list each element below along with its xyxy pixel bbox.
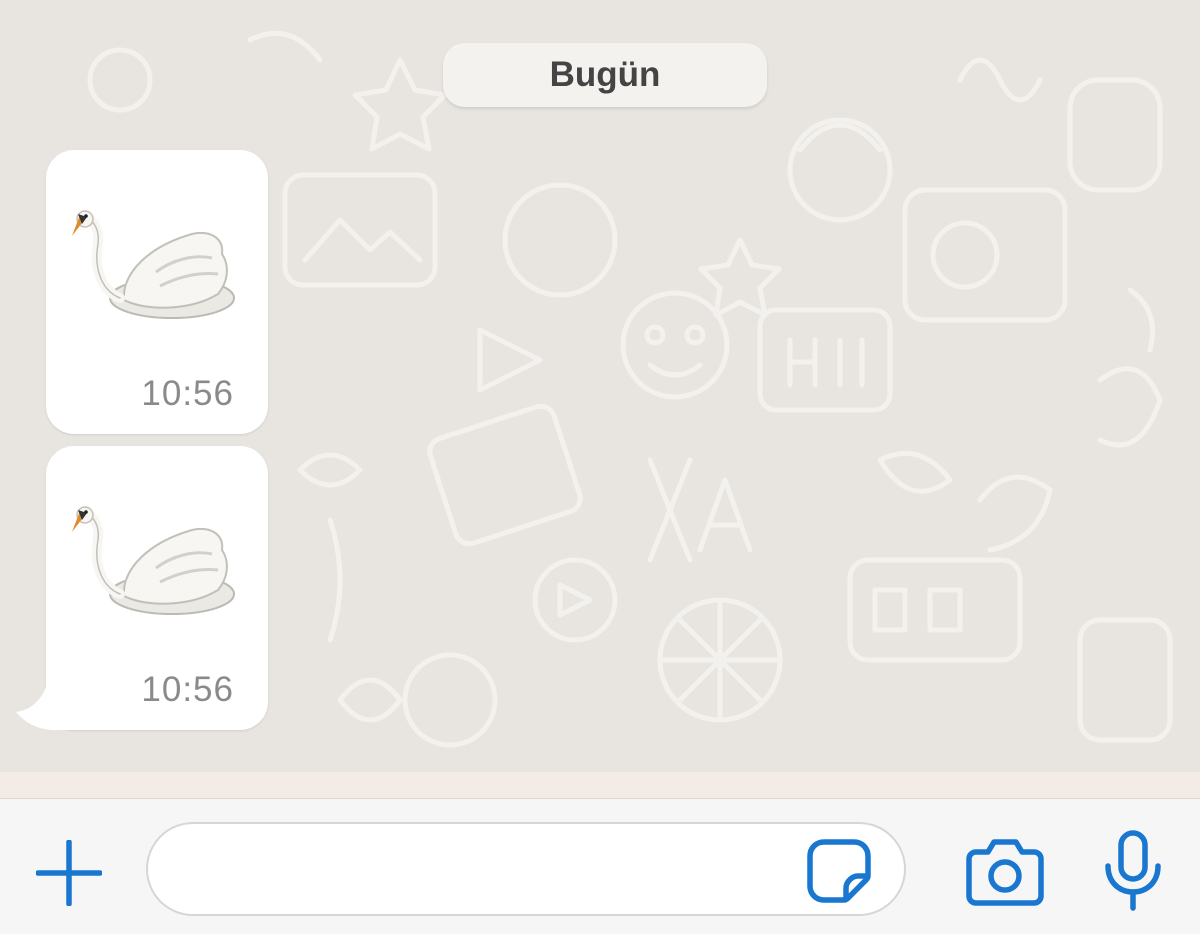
- sticker-icon[interactable]: [806, 838, 872, 904]
- chat-footer-divider: [0, 772, 1200, 799]
- message-time: 10:56: [141, 374, 234, 413]
- camera-icon[interactable]: [966, 836, 1044, 906]
- message-time: 10:56: [141, 670, 234, 709]
- message-bubble[interactable]: 10:56: [46, 446, 268, 730]
- microphone-icon[interactable]: [1102, 830, 1164, 912]
- date-separator: Bugün: [443, 43, 767, 107]
- chat-background: Bugün 10:56 10:56: [0, 0, 1200, 772]
- swan-emoji-icon: [72, 210, 235, 319]
- plus-icon[interactable]: [36, 840, 102, 906]
- message-bubble[interactable]: 10:56: [46, 150, 268, 434]
- swan-emoji-icon: [72, 506, 235, 615]
- message-input[interactable]: [146, 822, 906, 916]
- bubble-tail: [16, 654, 74, 730]
